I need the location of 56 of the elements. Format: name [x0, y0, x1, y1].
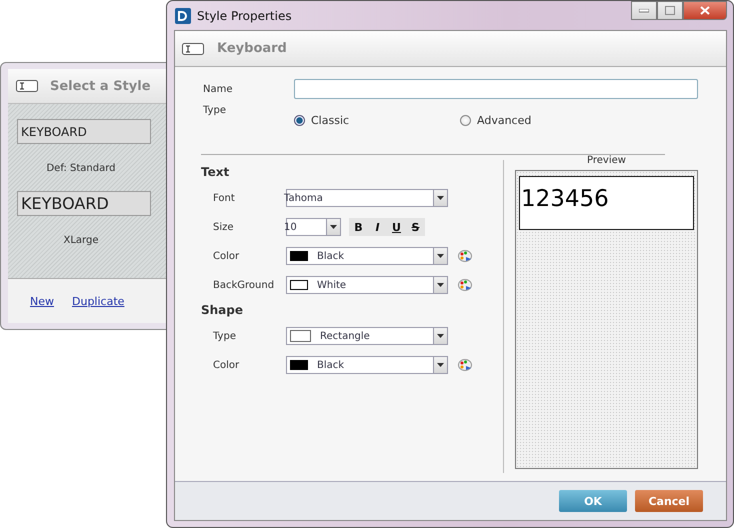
- style-caption: Def: Standard: [45, 163, 117, 174]
- field-label: Type: [213, 330, 237, 342]
- app-icon: [175, 8, 191, 24]
- field-label: Font: [213, 192, 236, 204]
- close-icon: [700, 6, 710, 15]
- dropdown[interactable]: Tahoma: [286, 189, 448, 207]
- dropdown-value: White: [317, 280, 348, 290]
- dropdown-value: Black: [317, 360, 346, 370]
- minimize-icon: [639, 8, 649, 12]
- field-label: Color: [213, 360, 240, 370]
- text-box-icon: [182, 42, 204, 54]
- minimize-button[interactable]: [631, 1, 657, 20]
- name-field[interactable]: [294, 79, 698, 99]
- cancel-button[interactable]: Cancel: [635, 490, 703, 512]
- dropdown[interactable]: White: [286, 276, 448, 294]
- window-title: Select a Style: [50, 78, 151, 94]
- dropdown-value: Tahoma: [284, 192, 324, 204]
- dropdown[interactable]: Black: [286, 247, 448, 265]
- radio-button[interactable]: [460, 114, 471, 126]
- preview-label: Preview: [586, 155, 627, 168]
- header-title: Keyboard: [217, 41, 287, 56]
- style-caption: XLarge: [62, 235, 100, 246]
- dropdown[interactable]: Black: [286, 356, 448, 374]
- format-button[interactable]: U: [387, 218, 406, 236]
- dropdown-value: 10: [284, 222, 298, 232]
- format-button[interactable]: I: [368, 218, 387, 236]
- dropdown[interactable]: Rectangle: [286, 327, 448, 345]
- style-button[interactable]: KEYBOARD: [17, 191, 151, 216]
- maximize-icon: [665, 6, 675, 15]
- radio-button[interactable]: [294, 114, 305, 126]
- palette-icon[interactable]: [458, 279, 472, 291]
- maximize-button[interactable]: [657, 1, 683, 20]
- preview-text: 123456: [520, 186, 609, 212]
- radio-label: Classic: [311, 114, 350, 126]
- radio-label: Advanced: [477, 114, 532, 126]
- dropdown-value: Black: [317, 250, 346, 262]
- format-button[interactable]: B: [349, 218, 368, 236]
- section-heading: Text: [201, 165, 230, 179]
- field-label: Type: [203, 105, 227, 116]
- format-button[interactable]: S: [406, 218, 425, 236]
- dropdown[interactable]: 10: [286, 218, 341, 236]
- field-label: Size: [213, 222, 235, 232]
- rectangle-icon: [290, 330, 311, 342]
- link[interactable]: New: [30, 294, 54, 308]
- palette-icon[interactable]: [458, 250, 472, 262]
- field-label: Color: [213, 250, 240, 262]
- field-label: BackGround: [213, 280, 276, 290]
- link[interactable]: Duplicate: [72, 294, 124, 308]
- close-button[interactable]: [683, 1, 727, 20]
- window-title: Style Properties: [197, 8, 292, 22]
- field-label: Name: [203, 84, 234, 94]
- text-box-icon: [16, 80, 38, 92]
- dropdown-value: Rectangle: [320, 330, 371, 342]
- style-button[interactable]: KEYBOARD: [17, 119, 151, 144]
- palette-icon[interactable]: [458, 359, 472, 371]
- section-heading: Shape: [201, 303, 244, 317]
